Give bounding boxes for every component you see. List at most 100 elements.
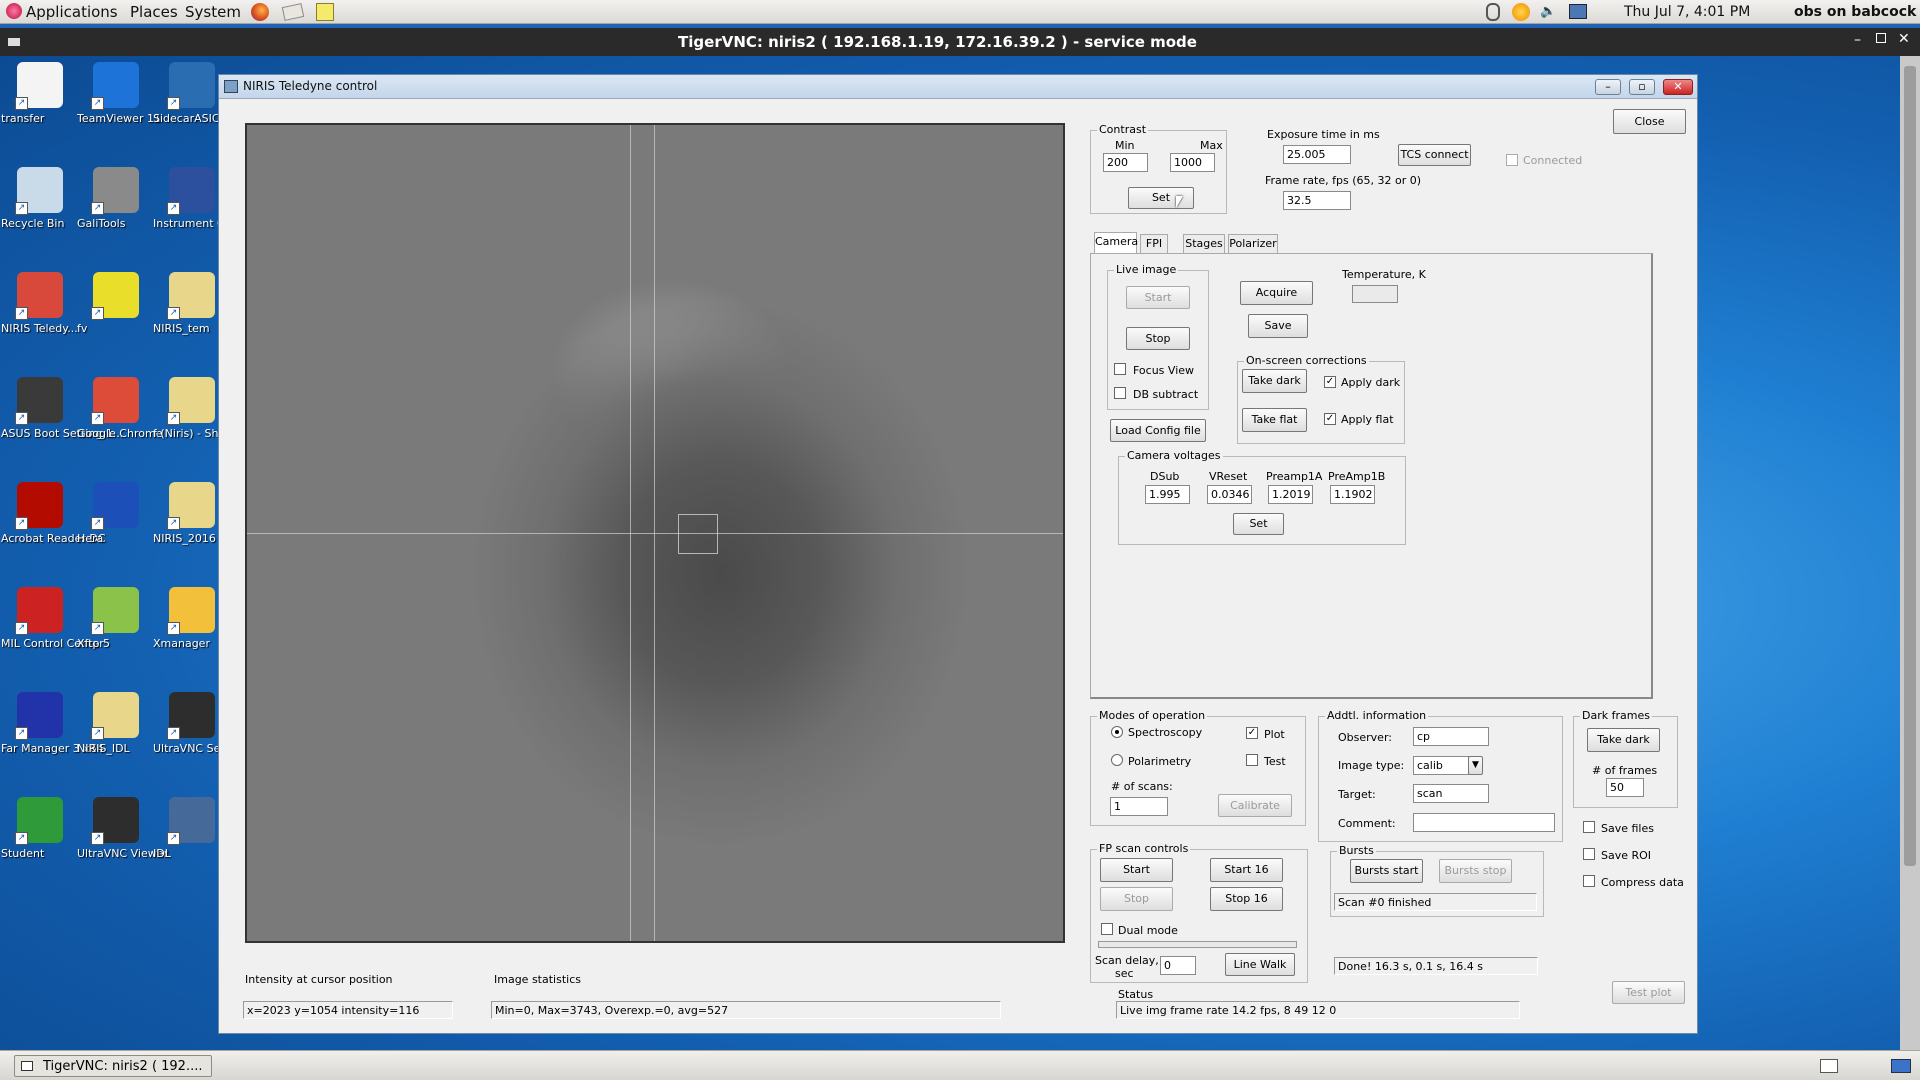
bursts-start-button[interactable]: Bursts start [1350, 859, 1423, 883]
desktop-icon[interactable]: ↗ transfer [1, 62, 79, 125]
minimize-icon[interactable]: – [1854, 32, 1861, 48]
tab-stages[interactable]: Stages [1183, 234, 1225, 253]
desktop-icon[interactable]: ↗ fv [77, 272, 155, 335]
maximize-icon[interactable] [1876, 33, 1886, 43]
scan-delay-input[interactable]: 0 [1160, 956, 1196, 975]
voltage-input-vreset[interactable]: 0.0346 [1207, 485, 1252, 504]
dark-frames-take-dark-button[interactable]: Take dark [1587, 728, 1660, 752]
apply-flat-checkbox[interactable]: ✓ [1324, 413, 1336, 425]
comment-input[interactable] [1413, 813, 1555, 832]
desktop-icon[interactable]: ↗ ASUS Boot Setting 1... [1, 377, 123, 440]
notes-icon[interactable] [316, 3, 334, 21]
live-start-button[interactable]: Start [1126, 286, 1190, 309]
tcs-connect-button[interactable]: TCS connect [1398, 144, 1471, 166]
user-label[interactable]: obs on babcock [1794, 4, 1916, 20]
contrast-min-input[interactable]: 200 [1103, 153, 1148, 172]
window-maximize-button[interactable]: ▫ [1629, 79, 1655, 95]
clock[interactable]: Thu Jul 7, 4:01 PM [1624, 4, 1750, 20]
desktop-icon[interactable]: ↗ UltraVNC Viewer [77, 797, 168, 860]
desktop-icon[interactable]: ↗ Xftp 5 [77, 587, 155, 650]
image-type-select[interactable]: calib [1413, 756, 1469, 775]
save-files-checkbox[interactable] [1583, 821, 1595, 833]
desktop-icon-label: NIRIS Teledy... [1, 322, 78, 335]
voltage-input-preamp1b[interactable]: 1.1902 [1330, 485, 1375, 504]
fp-start-button[interactable]: Start [1100, 858, 1173, 882]
desktop-icon[interactable]: ↗ TeamViewer 11 [77, 62, 161, 125]
plot-checkbox[interactable]: ✓ [1246, 727, 1258, 739]
desktop-icon[interactable]: ↗ GaliTools [77, 167, 155, 230]
db-subtract-checkbox[interactable] [1114, 387, 1126, 399]
desktop-icon[interactable]: ↗ Student [1, 797, 79, 860]
frame-rate-input[interactable]: 32.5 [1283, 191, 1351, 210]
fp-start16-button[interactable]: Start 16 [1210, 858, 1283, 882]
bursts-stop-button[interactable]: Bursts stop [1439, 859, 1512, 883]
desktop-scrollbar[interactable] [1900, 56, 1920, 1050]
test-checkbox[interactable] [1246, 754, 1258, 766]
desktop-icon[interactable]: ↗ NIRIS Teledy... [1, 272, 79, 335]
contrast-max-input[interactable]: 1000 [1170, 153, 1215, 172]
image-type-dropdown-icon[interactable]: ▼ [1468, 756, 1483, 775]
load-config-button[interactable]: Load Config file [1110, 419, 1206, 442]
take-flat-button[interactable]: Take flat [1242, 408, 1307, 432]
target-input[interactable]: scan [1413, 784, 1489, 803]
spectroscopy-radio[interactable] [1111, 726, 1123, 738]
polarimetry-radio[interactable] [1111, 754, 1123, 766]
window-minimize-button[interactable]: – [1595, 79, 1621, 95]
applications-menu-icon[interactable] [6, 3, 22, 19]
window-close-button[interactable]: ✕ [1663, 79, 1693, 95]
desktop-icon[interactable]: ↗ Hera [77, 482, 155, 545]
desktop-icon-label: NIRIS_tem [153, 322, 210, 335]
voltages-set-button[interactable]: Set [1233, 513, 1284, 535]
fp-stop16-button[interactable]: Stop 16 [1210, 887, 1283, 911]
save-roi-checkbox[interactable] [1583, 848, 1595, 860]
taskbar-vnc-item[interactable]: TigerVNC: niris2 ( 192.... [14, 1055, 212, 1077]
voltage-input-dsub[interactable]: 1.995 [1145, 485, 1190, 504]
compress-data-checkbox[interactable] [1583, 875, 1595, 887]
compress-data-label: Compress data [1601, 876, 1684, 889]
desktop-icon[interactable]: ↗ Recycle Bin [1, 167, 79, 230]
tab-fpi[interactable]: FPI [1140, 234, 1168, 253]
mail-icon[interactable] [281, 3, 305, 21]
dual-mode-checkbox[interactable] [1101, 923, 1113, 935]
roi-box[interactable] [678, 514, 718, 554]
save-button[interactable]: Save [1248, 314, 1308, 338]
line-walk-button[interactable]: Line Walk [1225, 953, 1295, 976]
places-menu[interactable]: Places [130, 3, 178, 21]
applications-menu[interactable]: Applications [26, 3, 118, 21]
exposure-input[interactable]: 25.005 [1283, 145, 1351, 164]
desktop-icon[interactable]: ↗ NIRIS_IDL [77, 692, 155, 755]
network-status-icon[interactable] [1486, 3, 1500, 21]
camera-image[interactable] [245, 123, 1065, 943]
desktop-icon[interactable]: ↗ Far Manager 3 x64 [1, 692, 104, 755]
desktop-icon[interactable]: ↗ Google Chrome [77, 377, 162, 440]
workspace-icon[interactable] [1891, 1059, 1911, 1073]
apply-dark-checkbox[interactable]: ✓ [1324, 376, 1336, 388]
test-plot-button[interactable]: Test plot [1612, 981, 1685, 1004]
close-button[interactable]: Close [1613, 109, 1686, 134]
hera-icon: ↗ [91, 482, 139, 530]
volume-icon[interactable]: 🔈 [1540, 5, 1558, 19]
fp-stop-button[interactable]: Stop [1100, 887, 1173, 911]
live-stop-button[interactable]: Stop [1126, 327, 1190, 350]
frames-count-input[interactable]: 50 [1606, 778, 1644, 797]
calibrate-button[interactable]: Calibrate [1218, 794, 1292, 817]
display-icon[interactable] [1569, 4, 1587, 19]
close-icon[interactable]: ✕ [1898, 31, 1910, 47]
tab-polarizer[interactable]: Polarizer [1228, 234, 1278, 253]
focus-view-checkbox[interactable] [1114, 363, 1126, 375]
tab-camera[interactable]: Camera [1094, 232, 1138, 253]
contrast-set-button[interactable]: Set [1128, 187, 1194, 209]
updates-icon[interactable] [1512, 3, 1530, 21]
system-menu[interactable]: System [185, 3, 241, 21]
firefox-icon[interactable] [251, 3, 269, 21]
connected-checkbox[interactable] [1506, 154, 1518, 166]
observer-input[interactable]: cp [1413, 727, 1489, 746]
scans-input[interactable]: 1 [1110, 797, 1168, 816]
desktop-icon[interactable]: ↗ Acrobat Reader DC [1, 482, 106, 545]
voltage-input-preamp1a[interactable]: 1.2019 [1268, 485, 1313, 504]
desktop-icon[interactable]: ↗ MIL Control Center [1, 587, 104, 650]
acquire-button[interactable]: Acquire [1240, 281, 1313, 305]
scrollbar-thumb[interactable] [1904, 66, 1916, 866]
take-dark-button[interactable]: Take dark [1242, 369, 1307, 393]
show-desktop-icon[interactable] [1820, 1059, 1838, 1073]
